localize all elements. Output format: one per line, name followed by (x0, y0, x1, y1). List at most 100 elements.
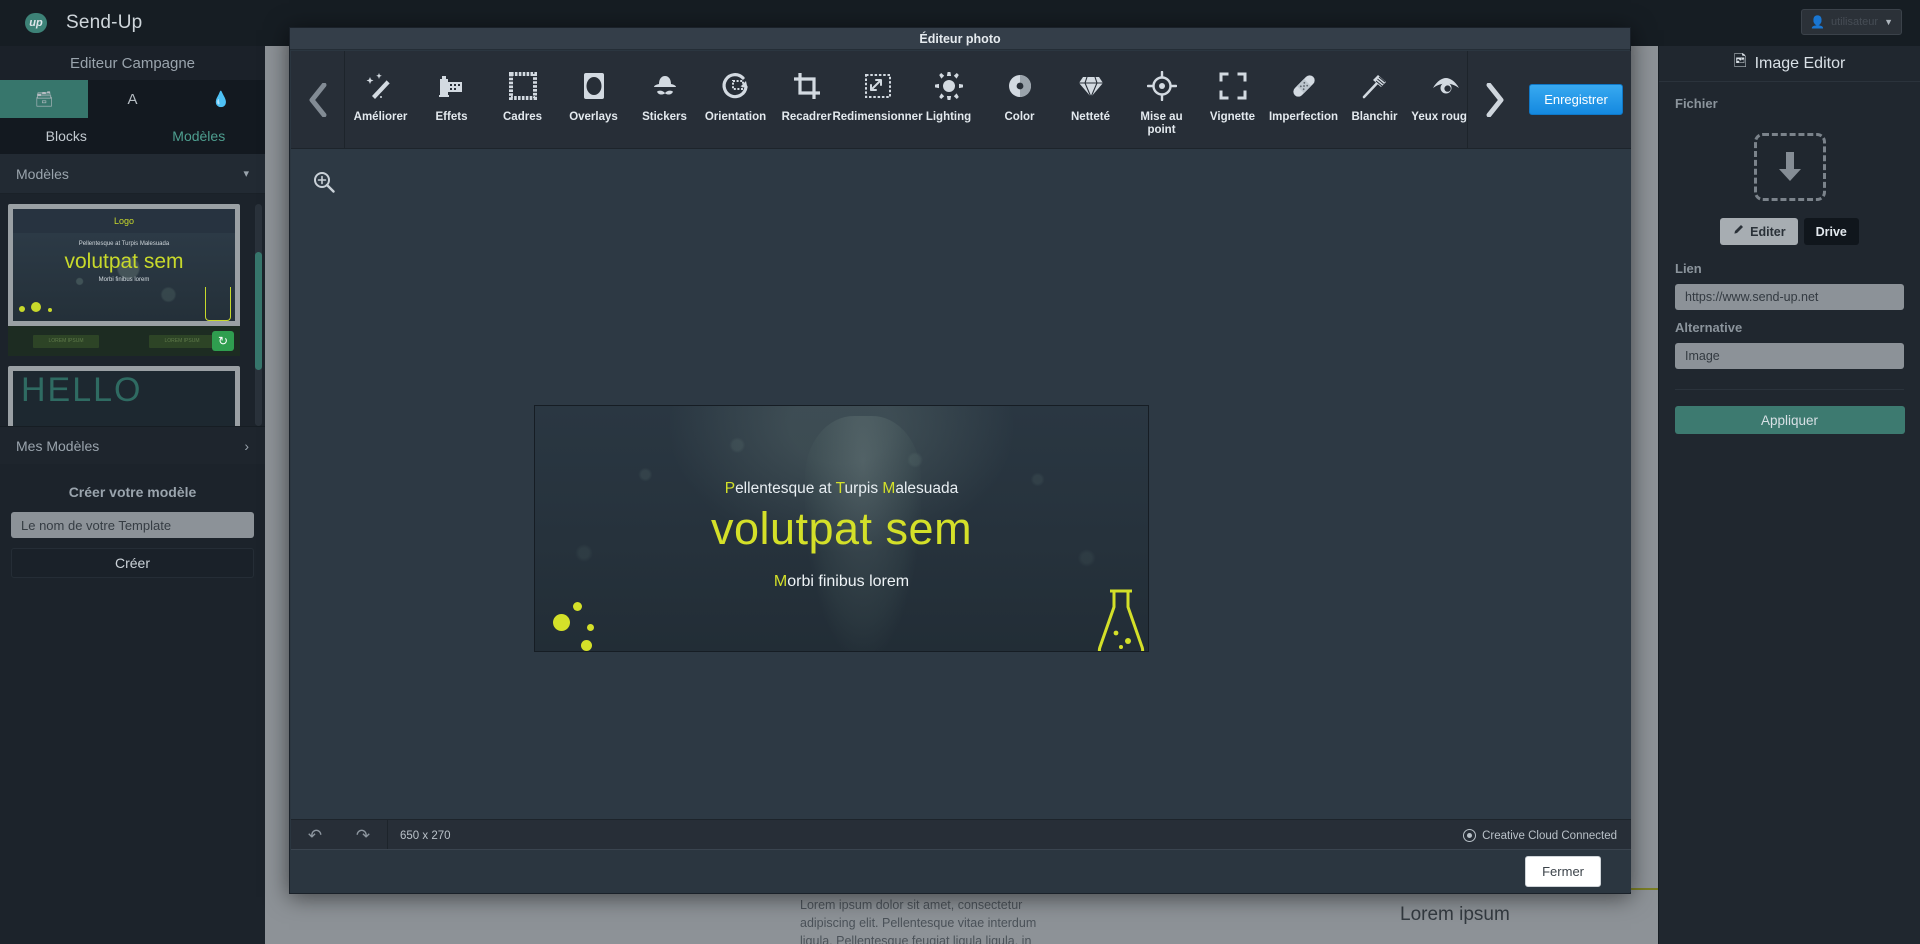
template-card[interactable]: Logo Pellentesque at Turpis Malesuada vo… (8, 204, 240, 356)
background-paragraph: Lorem ipsum dolor sit amet, consectetur … (800, 898, 1037, 944)
sidebar-section-mes-modeles[interactable]: Mes Modèles › (0, 426, 265, 464)
droplet-icon: 💧 (211, 91, 231, 108)
resize-icon (863, 61, 893, 111)
file-label: Fichier (1675, 96, 1718, 111)
toolbar-item-ameliorer[interactable]: Améliorer (345, 61, 416, 124)
edit-image-button[interactable]: Editer (1720, 218, 1798, 245)
toolbar-save-wrap: Enregistrer (1521, 51, 1631, 148)
toolbar-item-mise-au-point[interactable]: Mise au point (1126, 61, 1197, 137)
scrollbar-thumb[interactable] (255, 252, 262, 370)
toolbar-label: Stickers (642, 111, 687, 123)
brand-logo-pill: up (25, 13, 47, 33)
toolbar-next-button[interactable] (1467, 51, 1521, 148)
chevron-down-icon: ▼ (1884, 17, 1893, 27)
template-flask-decoration (205, 287, 231, 321)
document-icon: 🗃 (34, 91, 54, 108)
template-line3: Morbi finibus lorem (98, 277, 150, 283)
user-menu[interactable]: 👤 utilisateur ▼ (1801, 9, 1902, 35)
creative-cloud-label: Creative Cloud Connected (1482, 829, 1617, 842)
text-a-icon: A (127, 90, 138, 108)
toolbar-item-blanchir[interactable]: Blanchir (1339, 61, 1410, 124)
film-roll-icon (437, 61, 467, 111)
template-footer-button: LOREM IPSUM (149, 334, 215, 348)
toolbar-item-lighting[interactable]: Lighting (913, 61, 984, 124)
toolbar-label: Overlays (569, 111, 618, 123)
image-headline-large: volutpat sem (710, 503, 973, 555)
toolbar-item-overlays[interactable]: Overlays (558, 61, 629, 124)
canvas-image[interactable]: Pellentesque at Turpis Malesuada volutpa… (534, 405, 1149, 652)
toolbar-prev-button[interactable] (291, 51, 345, 148)
edit-image-label: Editer (1750, 224, 1786, 239)
template-dots-decoration (19, 299, 54, 317)
toolbar-item-cadres[interactable]: Cadres (487, 61, 558, 124)
toolbar-item-stickers[interactable]: Stickers (629, 61, 700, 124)
redo-icon[interactable]: ↷ (339, 826, 387, 846)
modal-title: Éditeur photo (290, 28, 1630, 50)
modal-footer: Fermer (291, 849, 1631, 892)
image-flask-decoration (1090, 589, 1148, 651)
toolbar-label: Imperfection (1268, 111, 1338, 123)
toolbar-item-vignette[interactable]: Vignette (1197, 61, 1268, 124)
panel-divider (1675, 389, 1904, 390)
save-button[interactable]: Enregistrer (1529, 84, 1623, 115)
toolbar-label: Cadres (503, 111, 542, 123)
sidebar-subtab-blocks[interactable]: Blocks (0, 118, 133, 154)
right-panel-title: Image Editor (1754, 54, 1846, 72)
zoom-in-icon[interactable] (313, 171, 335, 198)
right-panel-header: 🖻 Image Editor (1659, 46, 1920, 82)
alt-input[interactable] (1675, 343, 1904, 369)
toolbar-item-effets[interactable]: Effets (416, 61, 487, 124)
toolbar-label: Blanchir (1351, 111, 1398, 123)
chevron-down-icon: ▾ (243, 168, 249, 180)
toolbar-label: Recadrer (781, 111, 832, 123)
toolbar-item-redimensionner[interactable]: Redimensionner (832, 61, 923, 124)
sidebar-subtab-modeles[interactable]: Modèles (133, 118, 266, 154)
toolbar-label: Color (1004, 111, 1035, 123)
sidebar-tab-content[interactable]: 🗃 (0, 80, 89, 118)
right-panel-body: Fichier Editer Drive Lien Alternative (1659, 82, 1920, 390)
toolbar-item-nettete[interactable]: Netteté (1055, 61, 1126, 124)
link-label: Lien (1675, 261, 1702, 276)
image-dimensions: 650 x 270 (400, 829, 451, 842)
image-icon: 🖻 (1733, 53, 1747, 70)
right-panel: 🖻 Image Editor Fichier Editer Drive Lien (1658, 46, 1920, 944)
focus-icon (1146, 61, 1177, 111)
sidebar-section-modeles[interactable]: Modèles ▾ (0, 154, 265, 194)
eye-icon (1431, 61, 1461, 111)
app-title: Send-Up (66, 12, 143, 33)
template-list-scrollbar[interactable] (255, 204, 262, 426)
drive-button[interactable]: Drive (1803, 218, 1859, 245)
image-headline-small: Pellentesque at Turpis Malesuada (724, 479, 959, 497)
template-name-input[interactable] (11, 512, 254, 538)
template-logo-label: Logo (113, 216, 135, 226)
person-icon: 👤 (1810, 15, 1825, 29)
toolbar-item-imperfection[interactable]: Imperfection (1268, 61, 1339, 124)
crop-icon (792, 61, 822, 111)
create-template-button[interactable]: Créer (11, 548, 254, 578)
file-dropzone[interactable] (1753, 133, 1826, 201)
background-heading: Lorem ipsum (1400, 904, 1510, 925)
sidebar-tab-typography[interactable]: A (88, 80, 176, 118)
template-line1: Pellentesque at Turpis Malesuada (78, 241, 170, 247)
sidebar-title: Editeur Campagne (0, 46, 265, 80)
toolbar-item-color[interactable]: Color (984, 61, 1055, 124)
toolbar-label: Mise au point (1140, 111, 1183, 137)
template-card[interactable]: HELLO (8, 366, 240, 426)
sidebar-mes-modeles-label: Mes Modèles (16, 437, 100, 454)
creative-cloud-icon (1463, 829, 1477, 842)
link-input[interactable] (1675, 284, 1904, 310)
toolbar-item-yeux-rouges[interactable]: Yeux rouges (1410, 61, 1467, 124)
undo-icon[interactable]: ↶ (291, 826, 339, 846)
close-button[interactable]: Fermer (1525, 855, 1601, 887)
download-arrow-icon (1778, 152, 1801, 181)
toolbar-item-orientation[interactable]: Orientation (700, 61, 771, 124)
brand-logo-icon: s up (14, 10, 48, 36)
sidebar-tab-color[interactable]: 💧 (177, 80, 265, 118)
user-menu-label: utilisateur (1831, 16, 1879, 28)
refresh-icon[interactable]: ↻ (212, 331, 234, 351)
toolbar-items: Améliorer Effets Cadres Overlays Sticker… (345, 51, 1467, 148)
toolbar-item-recadrer[interactable]: Recadrer (771, 61, 842, 124)
editor-canvas[interactable]: Pellentesque at Turpis Malesuada volutpa… (291, 149, 1631, 819)
vignette-icon (1218, 61, 1248, 111)
apply-button[interactable]: Appliquer (1674, 406, 1905, 434)
